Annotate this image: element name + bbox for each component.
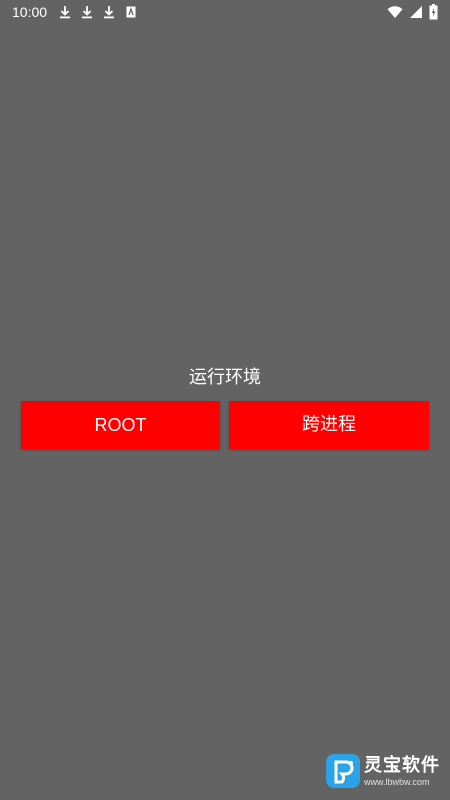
wifi-icon	[387, 5, 403, 19]
root-button[interactable]: ROOT	[21, 401, 220, 449]
notification-icons	[58, 4, 138, 20]
file-icon	[124, 5, 138, 19]
watermark-url: www.lbwbw.com	[364, 776, 430, 787]
battery-icon	[429, 4, 438, 20]
download-icon	[58, 5, 72, 19]
download-icon	[102, 5, 116, 19]
cross-process-button[interactable]: 跨进程	[229, 401, 429, 449]
signal-icon	[409, 5, 423, 19]
runtime-environment-label: 运行环境	[189, 367, 261, 388]
watermark-title: 灵宝软件	[364, 754, 440, 776]
download-icon	[80, 5, 94, 19]
watermark: 灵宝软件 www.lbwbw.com	[326, 754, 440, 788]
status-time: 10:00	[12, 4, 48, 20]
status-bar: 10:00	[0, 0, 450, 24]
system-icons	[387, 3, 438, 21]
watermark-logo-icon	[326, 754, 360, 788]
